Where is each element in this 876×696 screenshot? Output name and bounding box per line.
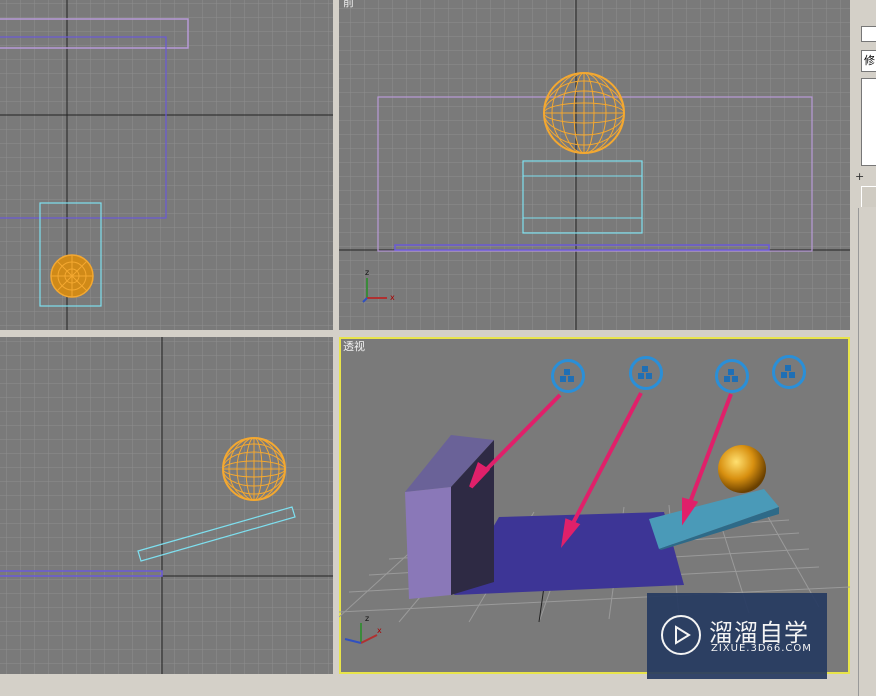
box-tool-icon[interactable] xyxy=(551,359,585,393)
viewport-label: 前 xyxy=(343,0,354,9)
viewport-top[interactable] xyxy=(0,0,333,330)
command-panel: 修 + xyxy=(852,0,876,696)
sphere-wire-front xyxy=(543,72,625,154)
viewport-left-canvas xyxy=(0,337,333,674)
box-tool-icon[interactable] xyxy=(629,356,663,390)
sphere-wire-top xyxy=(50,254,94,298)
sphere-wire-left xyxy=(222,437,286,501)
viewport-front[interactable]: z x 前 xyxy=(339,0,850,330)
svg-text:x: x xyxy=(390,293,395,302)
modifier-stack[interactable] xyxy=(861,78,876,166)
modify-label: 修 xyxy=(864,54,875,67)
sphere xyxy=(718,445,766,493)
box-tool-icon[interactable] xyxy=(772,355,806,389)
svg-text:x: x xyxy=(377,626,382,635)
viewport-front-canvas: z x xyxy=(339,0,850,330)
svg-text:z: z xyxy=(365,268,369,277)
axis-gizmo: z x xyxy=(344,614,382,644)
svg-text:z: z xyxy=(365,614,369,623)
name-field[interactable] xyxy=(861,26,876,42)
viewport-label: 透视 xyxy=(343,340,365,353)
watermark: 溜溜自学 ZIXUE.3D66.COM xyxy=(647,593,827,679)
panel-button[interactable] xyxy=(861,186,876,207)
box-tool-icon[interactable] xyxy=(715,359,749,393)
wall-side xyxy=(405,487,451,599)
modifier-list[interactable]: 修 xyxy=(861,50,876,72)
viewport-left[interactable] xyxy=(0,337,333,674)
rollout-area xyxy=(858,208,876,696)
watermark-url: ZIXUE.3D66.COM xyxy=(711,643,812,654)
viewport-top-canvas xyxy=(0,0,333,330)
pin-icon[interactable]: + xyxy=(855,170,864,183)
play-logo-icon xyxy=(661,615,701,655)
